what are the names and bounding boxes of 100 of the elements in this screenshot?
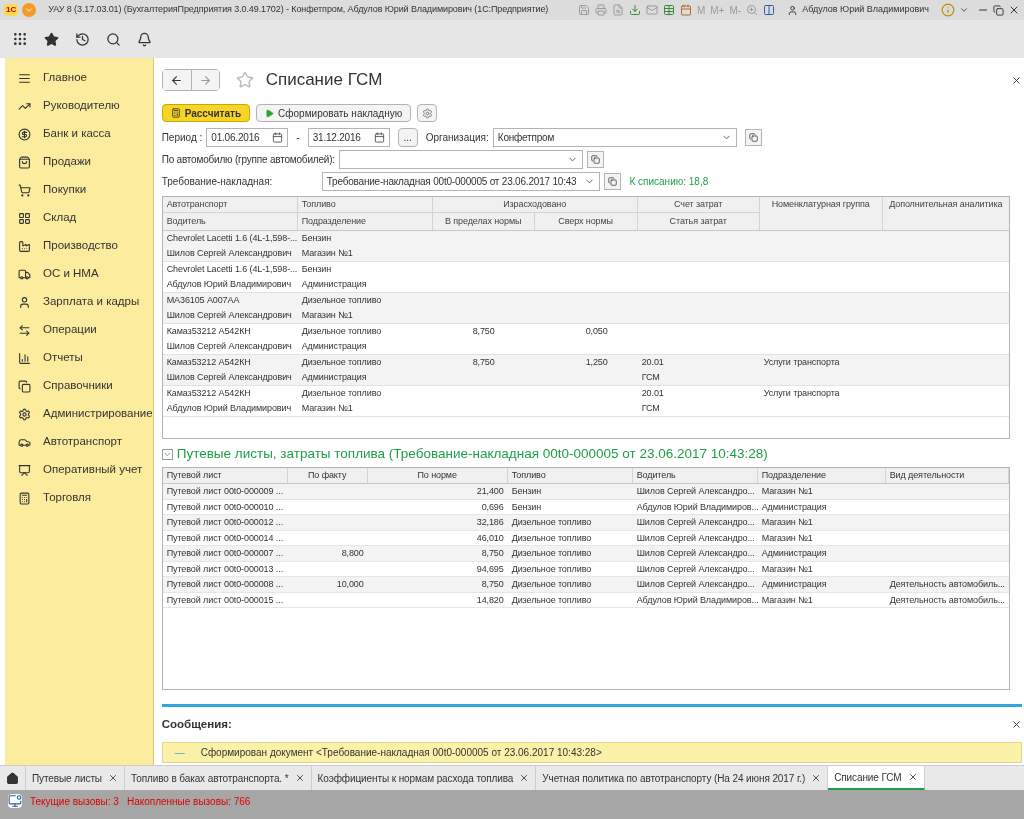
organization-field[interactable]: Конфетпром (492, 128, 737, 147)
apps-icon[interactable] (12, 31, 28, 47)
open-button[interactable] (604, 173, 622, 190)
calculate-button[interactable]: Рассчитать (161, 104, 251, 122)
table-cell-text: Деятельность автомобиль... (888, 578, 1006, 592)
sidebar-item[interactable]: ОС и НМА (5, 260, 153, 288)
invoice-field[interactable]: Требование-накладная 00t0-000005 от 23.06.2017 10:43 (321, 172, 601, 191)
close-icon[interactable] (1010, 719, 1022, 731)
column-header[interactable]: Счет затрат (637, 197, 760, 213)
save-icon[interactable] (577, 4, 590, 16)
truck-icon (18, 267, 31, 281)
favorites-icon[interactable] (44, 31, 59, 47)
column-header[interactable]: Вид деятельности (885, 468, 1009, 484)
column-header[interactable]: Подразделение (297, 213, 433, 230)
column-header[interactable]: Топливо (297, 197, 433, 213)
print-icon[interactable] (594, 4, 607, 16)
table-cell-text: 94,695 (475, 562, 505, 576)
zoom-icon[interactable] (746, 4, 759, 16)
message-bar[interactable]: — Сформирован документ <Требование-накладная 00t0-000005 от 23.06.2017 10:43:28> (161, 741, 1022, 763)
sidebar-item[interactable]: Оперативный учет (5, 456, 153, 484)
collapse-toggle[interactable] (161, 448, 173, 460)
table-cell-text: Дизельное топливо (510, 593, 593, 607)
coin-icon (18, 127, 31, 141)
sidebar-item[interactable]: Торговля (5, 484, 153, 512)
table-icon[interactable] (662, 4, 675, 16)
column-header[interactable]: Дополнительная аналитика (882, 197, 1009, 230)
server-calls-icon[interactable] (8, 794, 22, 808)
settings-button[interactable] (417, 104, 438, 122)
mail-icon[interactable] (645, 4, 658, 16)
table-cell-text: Шилов Сергей Александро... (635, 485, 756, 499)
period-from-field[interactable]: 01.06.2016 (206, 128, 289, 147)
calendar-icon[interactable] (373, 132, 385, 143)
user-name[interactable]: Абдулов Юрий Владимирович (802, 3, 929, 17)
caret-icon[interactable] (959, 5, 969, 15)
column-header[interactable]: Номенклатурная группа (759, 197, 883, 230)
back-button[interactable] (162, 70, 191, 90)
close-tab-icon[interactable] (907, 772, 918, 782)
car-field[interactable] (338, 150, 583, 169)
close-tab-icon[interactable] (811, 773, 822, 783)
sidebar-item[interactable]: Справочники (5, 372, 153, 400)
column-header[interactable]: Подразделение (757, 468, 886, 484)
restore-icon[interactable] (993, 4, 1004, 16)
history-icon[interactable] (75, 31, 90, 47)
column-header[interactable]: Сверх нормы (534, 213, 638, 230)
table-cell-text: Администрация (760, 547, 828, 561)
table-cell-text: Бензин (300, 232, 333, 245)
close-icon[interactable] (1010, 74, 1022, 86)
column-header[interactable]: По норме (367, 468, 508, 484)
sidebar-item[interactable]: Руководителю (5, 92, 153, 120)
calendar-icon[interactable] (679, 4, 692, 16)
table-cell-text: Услуги транспорта (762, 387, 841, 400)
table-cell-text: Шилов Сергей Александро... (635, 516, 756, 530)
search-icon[interactable] (106, 31, 121, 47)
sidebar-item[interactable]: Операции (5, 316, 153, 344)
calendar-icon[interactable] (272, 132, 284, 143)
calculator-icon (170, 108, 181, 118)
table-cell-text: Магазин №1 (300, 309, 354, 322)
favorite-star-icon[interactable] (235, 71, 254, 89)
table-cell-text: 8,750 (480, 547, 505, 561)
close-tab-icon[interactable] (107, 773, 118, 783)
open-button[interactable] (586, 151, 604, 168)
current-calls: Текущие вызовы: 3 (30, 794, 119, 809)
column-header[interactable]: В пределах нормы (432, 213, 535, 230)
column-header[interactable]: Статья затрат (637, 213, 760, 230)
table-cell-text: Путевой лист 00t0-000009 ... (165, 485, 285, 499)
copy-icon (590, 155, 600, 164)
table-cell-text: Абдулов Юрий Владимирович (165, 278, 293, 291)
column-header[interactable]: Топливо (507, 468, 633, 484)
table-cell-text: Путевой лист 00t0-000010 ... (165, 500, 285, 514)
table-cell-text: Дизельное топливо (300, 356, 383, 369)
notifications-icon[interactable] (137, 31, 152, 47)
column-header[interactable]: Водитель (632, 468, 758, 484)
sidebar-item[interactable]: Автотранспорт (5, 428, 153, 456)
close-tab-icon[interactable] (519, 773, 530, 783)
create-invoice-button[interactable]: Сформировать накладную (256, 104, 412, 122)
table-cell-text: Камаз53212 А542КН (165, 356, 252, 369)
open-button[interactable] (744, 129, 762, 146)
period-select-button[interactable]: ... (397, 128, 418, 147)
sidebar-item[interactable]: Производство (5, 232, 153, 260)
close-icon[interactable] (1008, 4, 1020, 16)
period-to-field[interactable]: 31.12.2016 (307, 128, 390, 147)
sidebar-item[interactable]: Банк и касса (5, 120, 153, 148)
sidebar-item[interactable]: Главное (5, 64, 153, 92)
sidebar-item[interactable]: Продажи (5, 148, 153, 176)
download-icon[interactable] (628, 4, 641, 16)
column-header[interactable]: По факту (287, 468, 368, 484)
column-header[interactable]: Автотранспорт (162, 197, 298, 213)
info-icon[interactable] (941, 3, 955, 17)
column-header[interactable]: Путевой лист (162, 468, 288, 484)
panels-icon[interactable] (763, 4, 776, 16)
column-header[interactable]: Израсходовано (432, 197, 638, 213)
close-tab-icon[interactable] (294, 773, 305, 783)
column-header[interactable]: Водитель (162, 213, 298, 230)
sidebar-item[interactable]: Администрирование (5, 400, 153, 428)
sidebar-item[interactable]: Зарплата и кадры (5, 288, 153, 316)
sidebar-item[interactable]: Склад (5, 204, 153, 232)
open-tab[interactable]: Списание ГСМ (828, 766, 925, 790)
sidebar-item[interactable]: Отчеты (5, 344, 153, 372)
sidebar-item[interactable]: Покупки (5, 176, 153, 204)
section-title: Путевые листы, затраты топлива (Требование-накладная 00t0-000005 от 23.06.2017 10:43:28) (176, 445, 768, 463)
